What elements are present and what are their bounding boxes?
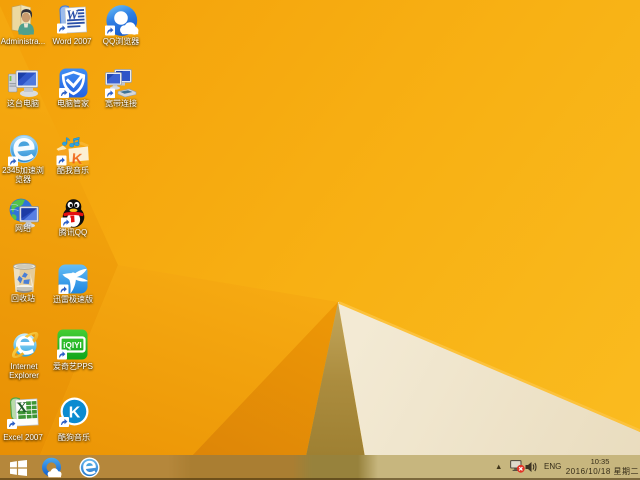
svg-text:K: K bbox=[69, 405, 81, 422]
svg-text:iQIYI: iQIYI bbox=[63, 341, 82, 350]
svg-text:K: K bbox=[71, 151, 83, 167]
svg-text:X: X bbox=[16, 400, 28, 417]
